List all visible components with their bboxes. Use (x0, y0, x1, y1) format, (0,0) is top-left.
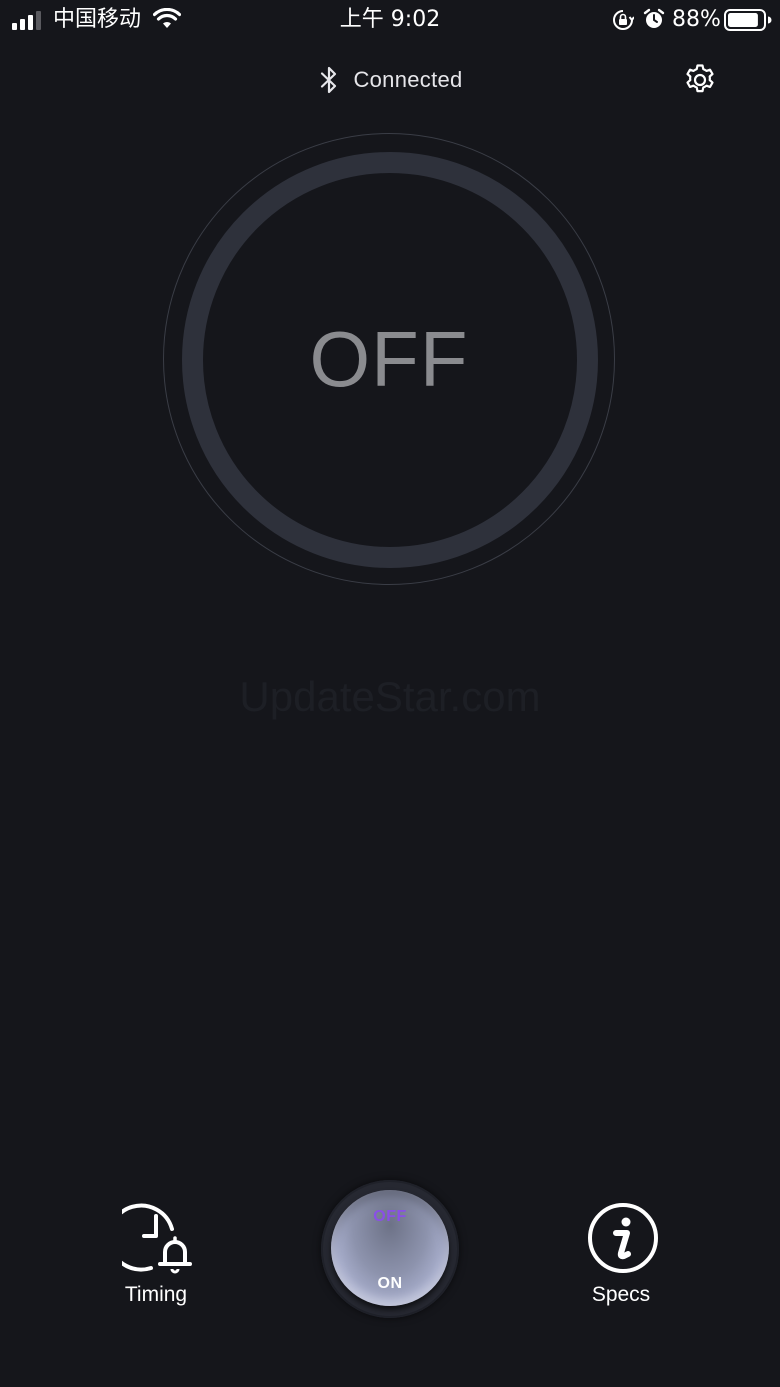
battery-icon (724, 9, 772, 31)
power-state-text: OFF (309, 315, 469, 403)
info-icon (588, 1203, 658, 1273)
connection-label: Connected (353, 67, 463, 92)
power-toggle-button[interactable]: OFF ON (321, 1180, 459, 1318)
power-on-label: ON (377, 1275, 403, 1292)
power-toggle-knob: OFF ON (331, 1190, 449, 1306)
power-off-label: OFF (373, 1208, 407, 1225)
status-bar: 中国移动 上午 9:02 88% (0, 0, 780, 40)
alarm-icon (643, 8, 665, 28)
bluetooth-icon (321, 66, 337, 94)
signal-icon (12, 11, 41, 30)
gear-icon (686, 64, 714, 93)
timing-button[interactable]: Timing (91, 1202, 221, 1312)
specs-button[interactable]: Specs (556, 1202, 686, 1312)
connection-status: Connected (0, 56, 780, 104)
clock-alarm-icon (122, 1203, 192, 1274)
battery-percent: 88% (672, 7, 721, 32)
wifi-icon (153, 8, 181, 28)
settings-gear-button[interactable] (682, 62, 718, 98)
timing-label: Timing (124, 1283, 188, 1306)
header: Connected (0, 56, 780, 104)
specs-label: Specs (591, 1283, 651, 1306)
carrier-name: 中国移动 (53, 7, 142, 32)
orientation-lock-icon (613, 10, 634, 30)
watermark: UpdateStar.com (239, 673, 541, 720)
